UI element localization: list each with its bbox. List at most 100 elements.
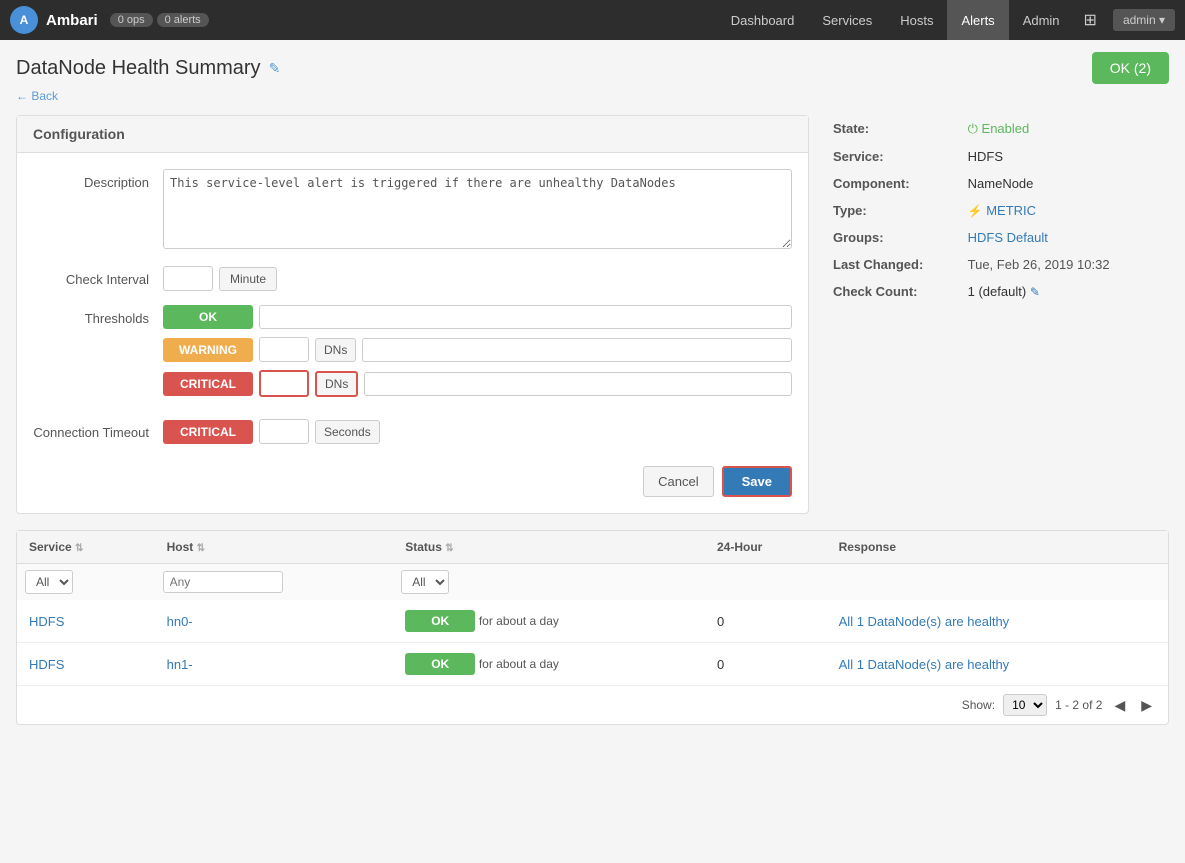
description-row: Description This service-level alert is … <box>33 169 792 252</box>
col-service-sort-icon[interactable]: ⇅ <box>75 543 83 554</box>
check-interval-row: Check Interval 5 Minute <box>33 266 792 291</box>
threshold-ok-text[interactable]: All {2} DataNode(s) are healthy <box>259 305 792 329</box>
filter-status-select[interactable]: All <box>401 570 449 594</box>
description-input[interactable]: This service-level alert is triggered if… <box>163 169 792 249</box>
check-interval-unit: Minute <box>219 267 277 291</box>
check-interval-input[interactable]: 5 <box>163 266 213 291</box>
state-value: ⏻ Enabled <box>964 115 1169 143</box>
show-select[interactable]: 10 <box>1003 694 1047 716</box>
page-info: 1 - 2 of 2 <box>1055 698 1102 712</box>
threshold-warning-row: WARNING 1 DNs DataNode Health: [Live={2}… <box>163 337 792 362</box>
filter-host-cell <box>155 564 394 601</box>
connection-timeout-value[interactable]: 5 <box>259 419 309 444</box>
info-panel: State: ⏻ Enabled Service: HDFS Component… <box>829 115 1169 514</box>
title-edit-icon[interactable]: ✎ <box>269 60 281 77</box>
col-host-sort-icon[interactable]: ⇅ <box>197 543 205 554</box>
groups-label: Groups: <box>829 224 964 251</box>
col-response: Response <box>827 531 1168 564</box>
info-check-count-row: Check Count: 1 (default) ✎ <box>829 278 1169 305</box>
user-menu[interactable]: admin ▾ <box>1113 9 1175 31</box>
info-table: State: ⏻ Enabled Service: HDFS Component… <box>829 115 1169 305</box>
nav-badges: 0 ops 0 alerts <box>110 13 209 27</box>
next-page-button[interactable]: ▶ <box>1137 695 1156 716</box>
info-last-changed-row: Last Changed: Tue, Feb 26, 2019 10:32 <box>829 251 1169 278</box>
col-status-label: Status <box>405 540 442 554</box>
alerts-table: Service ⇅ Host ⇅ Status ⇅ 24-Hour Respon… <box>17 531 1168 685</box>
component-label: Component: <box>829 170 964 197</box>
main-area: Configuration Description This service-l… <box>16 115 1169 514</box>
back-link[interactable]: Back <box>16 89 58 103</box>
row-service-0[interactable]: HDFS <box>17 600 155 643</box>
cancel-button[interactable]: Cancel <box>643 466 713 497</box>
col-host: Host ⇅ <box>155 531 394 564</box>
col-service-label: Service <box>29 540 72 554</box>
col-service: Service ⇅ <box>17 531 155 564</box>
alerts-badge[interactable]: 0 alerts <box>157 13 209 27</box>
type-value: ⚡ METRIC <box>964 197 1169 224</box>
thresholds-label: Thresholds <box>33 305 163 326</box>
lightning-icon: ⚡ <box>968 204 983 218</box>
config-header: Configuration <box>17 116 808 153</box>
nav-hosts[interactable]: Hosts <box>886 0 947 40</box>
check-count-cell: 1 (default) ✎ <box>964 278 1169 305</box>
col-status-sort-icon[interactable]: ⇅ <box>445 543 453 554</box>
last-changed-value: Tue, Feb 26, 2019 10:32 <box>964 251 1169 278</box>
nav-dashboard[interactable]: Dashboard <box>717 0 809 40</box>
state-label: State: <box>829 115 964 143</box>
nav-alerts[interactable]: Alerts <box>947 0 1008 40</box>
nav-services[interactable]: Services <box>808 0 886 40</box>
connection-timeout-label: Connection Timeout <box>33 419 163 440</box>
ok-button[interactable]: OK (2) <box>1092 52 1169 84</box>
logo-icon: A <box>10 6 38 34</box>
nav-links: Dashboard Services Hosts Alerts Admin ⊞ … <box>717 0 1175 40</box>
config-box: Configuration Description This service-l… <box>16 115 809 514</box>
table-row: HDFS hn1- OK for about a day 0 All 1 Dat… <box>17 643 1168 686</box>
threshold-warning-text[interactable]: DataNode Health: [Live={2}, Stale={1}, D… <box>362 338 792 362</box>
threshold-critical-text[interactable]: DataNode Health: [Live={2}, Stale={1}, D… <box>364 372 792 396</box>
component-value: NameNode <box>964 170 1169 197</box>
brand-logo[interactable]: A Ambari <box>10 6 98 34</box>
threshold-critical-value[interactable]: 2 <box>259 370 309 397</box>
row-host-0[interactable]: hn0- <box>155 600 394 643</box>
description-label: Description <box>33 169 163 190</box>
row-host-1[interactable]: hn1- <box>155 643 394 686</box>
row-response-0: All 1 DataNode(s) are healthy <box>827 600 1168 643</box>
nav-admin[interactable]: Admin <box>1009 0 1074 40</box>
page-content: DataNode Health Summary ✎ OK (2) Back Co… <box>0 40 1185 737</box>
threshold-warning-value[interactable]: 1 <box>259 337 309 362</box>
info-service-row: Service: HDFS <box>829 143 1169 170</box>
check-count-edit-icon[interactable]: ✎ <box>1030 285 1040 299</box>
filter-service-select[interactable]: All <box>25 570 73 594</box>
connection-timeout-row: Connection Timeout CRITICAL 5 Seconds <box>33 419 792 452</box>
thresholds-row: Thresholds OK All {2} DataNode(s) are he… <box>33 305 792 405</box>
row-status-0: OK for about a day <box>393 600 705 643</box>
ops-badge[interactable]: 0 ops <box>110 13 153 27</box>
form-buttons: Cancel Save <box>33 466 792 497</box>
pagination-bar: Show: 10 1 - 2 of 2 ◀ ▶ <box>17 685 1168 724</box>
page-title-area: DataNode Health Summary ✎ <box>16 57 280 80</box>
connection-timeout-unit: Seconds <box>315 420 380 444</box>
filter-host-input[interactable] <box>163 571 283 593</box>
table-row: HDFS hn0- OK for about a day 0 All 1 Dat… <box>17 600 1168 643</box>
grid-icon[interactable]: ⊞ <box>1074 10 1107 30</box>
threshold-critical-unit: DNs <box>315 371 358 397</box>
row-count-1: 0 <box>705 643 827 686</box>
table-header-row: Service ⇅ Host ⇅ Status ⇅ 24-Hour Respon… <box>17 531 1168 564</box>
info-groups-row: Groups: HDFS Default <box>829 224 1169 251</box>
threshold-warning-button: WARNING <box>163 338 253 362</box>
show-label: Show: <box>962 698 995 712</box>
connection-timeout-badge: CRITICAL <box>163 420 253 444</box>
col-status: Status ⇅ <box>393 531 705 564</box>
row-count-0: 0 <box>705 600 827 643</box>
brand-name: Ambari <box>46 12 98 29</box>
prev-page-button[interactable]: ◀ <box>1110 695 1129 716</box>
save-button[interactable]: Save <box>722 466 792 497</box>
row-service-1[interactable]: HDFS <box>17 643 155 686</box>
table-body: HDFS hn0- OK for about a day 0 All 1 Dat… <box>17 600 1168 685</box>
config-body: Description This service-level alert is … <box>17 153 808 513</box>
threshold-critical-row: CRITICAL 2 DNs DataNode Health: [Live={2… <box>163 370 792 397</box>
threshold-warning-unit: DNs <box>315 338 356 362</box>
groups-value: HDFS Default <box>964 224 1169 251</box>
info-component-row: Component: NameNode <box>829 170 1169 197</box>
info-type-row: Type: ⚡ METRIC <box>829 197 1169 224</box>
